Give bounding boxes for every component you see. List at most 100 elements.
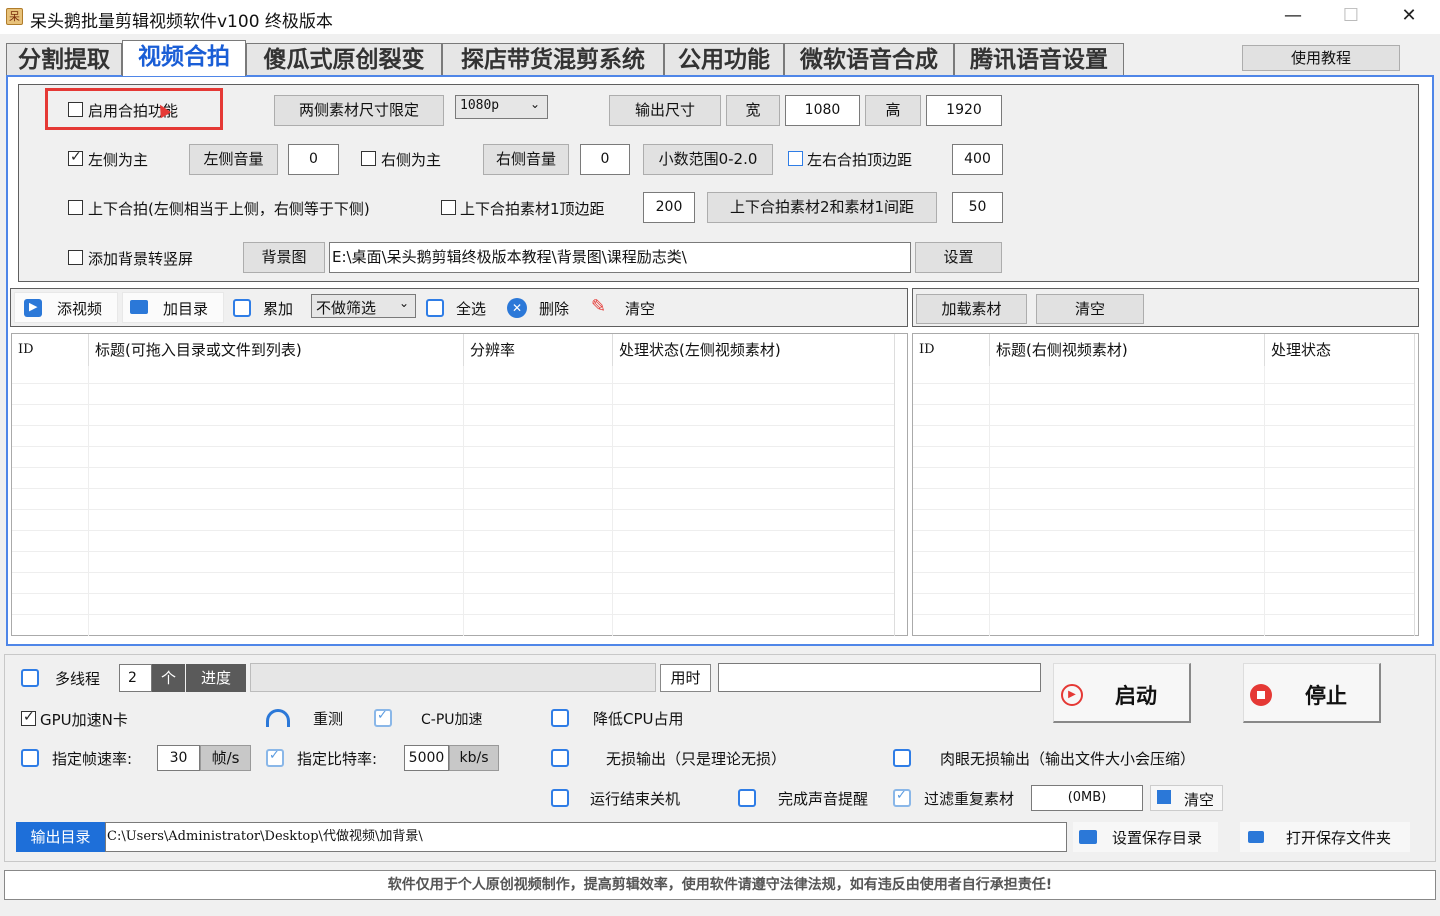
width-input[interactable]: 1080 <box>785 95 860 126</box>
duplicate-clear-label: 清空 <box>1184 791 1215 809</box>
load-material-button[interactable]: 加载素材 <box>916 294 1027 324</box>
tab-fission[interactable]: 傻瓜式原创裂变 <box>246 43 442 76</box>
stop-button[interactable]: 停止 <box>1243 663 1381 723</box>
right-table[interactable]: ID 标题(右侧视频素材) 处理状态 <box>912 333 1419 636</box>
stop-label: 停止 <box>1305 684 1347 708</box>
broom-icon[interactable]: ✎ <box>591 297 615 317</box>
bitrate-label: 指定比特率: <box>297 750 378 768</box>
left-main-checkbox[interactable] <box>68 149 83 166</box>
open-save-folder-button[interactable]: 打开保存文件夹 <box>1240 822 1410 852</box>
window-title: 呆头鹅批量剪辑视频软件v100 终极版本 <box>30 12 333 32</box>
column-header-title[interactable]: 标题(右侧视频素材) <box>990 334 1265 366</box>
fps-checkbox[interactable] <box>21 749 39 767</box>
tb-gap-input[interactable]: 50 <box>952 192 1003 223</box>
width-button[interactable]: 宽 <box>726 95 780 126</box>
maximize-button[interactable]: ☐ <box>1322 0 1380 34</box>
tb-top-margin-input[interactable]: 200 <box>643 192 695 223</box>
thread-count-input[interactable]: 2 <box>119 664 152 692</box>
close-button[interactable]: ✕ <box>1380 0 1438 34</box>
set-save-dir-button[interactable]: 设置保存目录 <box>1073 822 1218 852</box>
select-all-checkbox[interactable] <box>426 299 444 317</box>
right-clear-button[interactable]: 清空 <box>1036 294 1144 324</box>
bg-image-button[interactable]: 背景图 <box>243 242 325 273</box>
tab-split-extract[interactable]: 分割提取 <box>6 43 122 76</box>
gpu-accel-checkbox[interactable] <box>21 709 36 726</box>
bitrate-input[interactable]: 5000 <box>404 745 449 771</box>
filter-duplicate-label: 过滤重复素材 <box>924 790 1015 808</box>
column-header-id[interactable]: ID <box>913 334 990 366</box>
lr-top-margin-checkbox[interactable] <box>788 151 803 166</box>
output-size-button[interactable]: 输出尺寸 <box>609 95 721 126</box>
clear-label[interactable]: 清空 <box>625 298 655 319</box>
right-volume-input[interactable]: 0 <box>580 144 630 175</box>
tab-video-collab[interactable]: 视频合拍 <box>122 40 246 76</box>
tab-common[interactable]: 公用功能 <box>664 43 784 76</box>
retest-label[interactable]: 重测 <box>313 708 343 729</box>
size-select[interactable]: 1080p ⌄ <box>455 95 548 119</box>
chevron-down-icon: ⌄ <box>399 296 410 310</box>
left-volume-button[interactable]: 左侧音量 <box>189 144 278 175</box>
accumulate-label: 累加 <box>263 300 294 318</box>
filter-select[interactable]: 不做筛选 ⌄ <box>311 294 416 318</box>
delete-icon[interactable]: ✕ <box>507 298 527 318</box>
tab-ms-tts[interactable]: 微软语音合成 <box>784 43 954 76</box>
lossless-checkbox[interactable] <box>551 749 569 767</box>
column-header-title[interactable]: 标题(可拖入目录或文件到列表) <box>89 334 464 366</box>
tb-gap-button[interactable]: 上下合拍素材2和素材1间距 <box>707 192 937 223</box>
tb-top-margin-label: 上下合拍素材1顶边距 <box>460 200 605 218</box>
gpu-accel-label: GPU加速N卡 <box>40 711 128 729</box>
minimize-button[interactable]: — <box>1264 0 1322 34</box>
right-volume-button[interactable]: 右侧音量 <box>483 144 569 175</box>
left-volume-input[interactable]: 0 <box>288 144 339 175</box>
reduce-cpu-checkbox[interactable] <box>551 709 569 727</box>
bg-portrait-checkbox[interactable] <box>68 250 83 265</box>
column-header-resolution[interactable]: 分辨率 <box>464 334 613 366</box>
multithread-label: 多线程 <box>55 670 101 688</box>
tab-tencent-tts[interactable]: 腾讯语音设置 <box>954 43 1124 76</box>
time-label: 用时 <box>660 664 711 692</box>
bitrate-checkbox[interactable] <box>266 748 284 767</box>
height-button[interactable]: 高 <box>865 95 921 126</box>
right-main-checkbox[interactable] <box>361 151 376 166</box>
size-limit-button[interactable]: 两侧素材尺寸限定 <box>274 95 444 126</box>
column-header-status[interactable]: 处理状态(左侧视频素材) <box>613 334 895 366</box>
column-header-status[interactable]: 处理状态 <box>1265 334 1415 366</box>
bg-set-button[interactable]: 设置 <box>915 242 1002 273</box>
visual-lossless-checkbox[interactable] <box>893 749 911 767</box>
sound-notify-checkbox[interactable] <box>738 789 756 807</box>
fps-input[interactable]: 30 <box>157 745 200 771</box>
tb-top-margin-checkbox[interactable] <box>441 200 456 215</box>
decimal-range-button[interactable]: 小数范围0-2.0 <box>643 144 773 175</box>
speedometer-icon[interactable] <box>266 709 290 727</box>
duplicate-clear-button[interactable]: 清空 <box>1150 785 1223 811</box>
database-icon <box>1157 790 1171 804</box>
cpu-accel-checkbox[interactable] <box>374 708 392 727</box>
delete-label[interactable]: 删除 <box>539 298 569 319</box>
height-input[interactable]: 1920 <box>926 95 1002 126</box>
select-all-label: 全选 <box>456 300 487 318</box>
stop-icon <box>1250 684 1272 706</box>
tab-store-mix[interactable]: 探店带货混剪系统 <box>442 43 664 76</box>
enable-collab-checkbox[interactable] <box>68 102 83 117</box>
sound-notify-label: 完成声音提醒 <box>778 790 869 808</box>
bg-path-input[interactable]: E:\桌面\呆头鹅剪辑终极版本教程\背景图\课程励志类\ <box>329 242 911 273</box>
add-video-button[interactable]: ▶ 添视频 <box>14 292 118 323</box>
tb-collab-checkbox[interactable] <box>68 200 83 215</box>
left-main-label: 左侧为主 <box>88 151 149 169</box>
multithread-checkbox[interactable] <box>21 669 39 687</box>
tutorial-button[interactable]: 使用教程 <box>1242 45 1400 71</box>
folder-icon <box>130 300 148 314</box>
start-button[interactable]: ▶ 启动 <box>1053 663 1191 723</box>
add-dir-button[interactable]: 加目录 <box>122 292 224 323</box>
filter-duplicate-checkbox[interactable] <box>893 788 911 807</box>
shutdown-checkbox[interactable] <box>551 789 569 807</box>
bitrate-unit: kb/s <box>449 745 499 771</box>
thread-unit-label: 个 <box>152 664 185 692</box>
output-dir-input[interactable]: C:\Users\Administrator\Desktop\代做视频\加背景\ <box>105 822 1067 852</box>
time-value <box>718 663 1041 692</box>
lr-top-margin-input[interactable]: 400 <box>952 144 1003 175</box>
column-header-id[interactable]: ID <box>12 334 89 366</box>
cpu-accel-label: C-PU加速 <box>421 712 483 728</box>
accumulate-checkbox[interactable] <box>233 299 251 317</box>
left-table[interactable]: ID 标题(可拖入目录或文件到列表) 分辨率 处理状态(左侧视频素材) <box>11 333 908 636</box>
